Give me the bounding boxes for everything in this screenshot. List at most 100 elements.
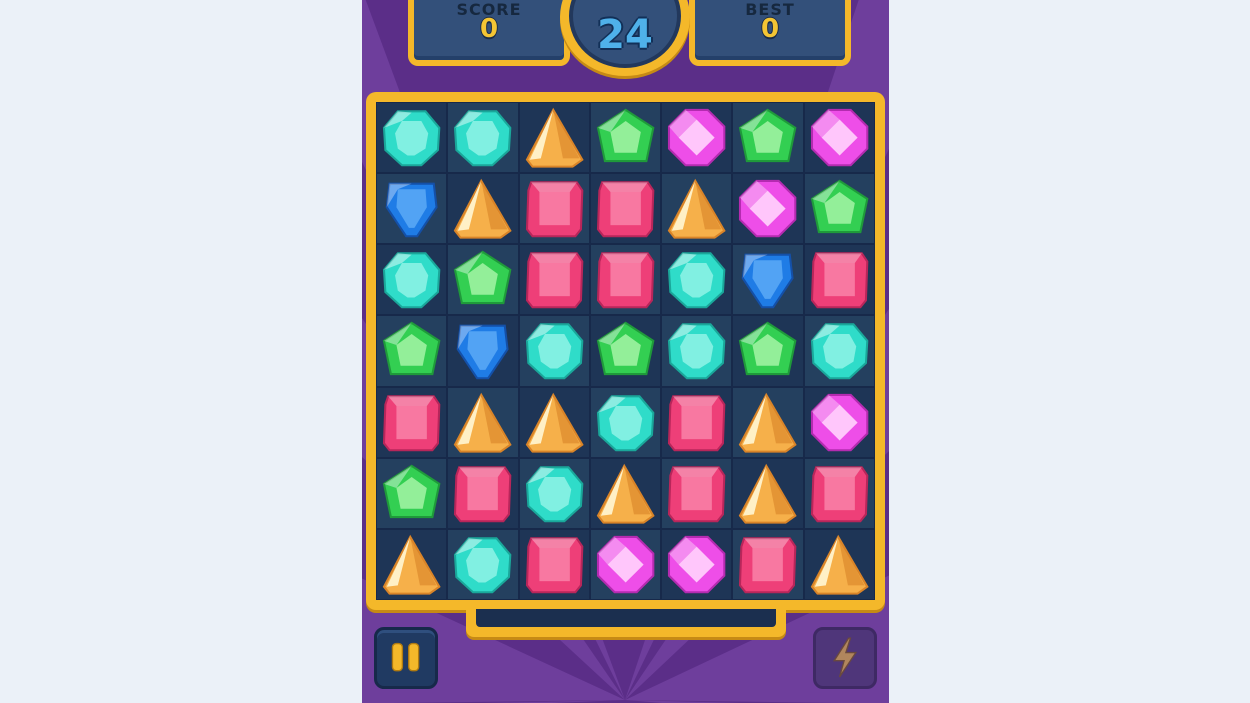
green-gem-icon <box>382 322 441 376</box>
red-gem-icon <box>739 537 797 594</box>
board-cell[interactable] <box>447 386 519 458</box>
gem-board <box>376 102 875 600</box>
board-frame <box>366 92 885 610</box>
cyan-gem-icon <box>525 465 583 522</box>
timer-value: 24 <box>597 12 653 58</box>
best-panel: BEST 0 <box>689 0 851 66</box>
board-cell[interactable] <box>376 528 448 600</box>
board-cell[interactable] <box>518 315 590 387</box>
board-cell[interactable] <box>589 173 662 245</box>
red-gem-icon <box>810 252 869 309</box>
board-cell[interactable] <box>589 315 662 387</box>
red-gem-icon <box>525 252 583 309</box>
board-cell[interactable] <box>732 102 804 174</box>
board-cell[interactable] <box>803 528 875 600</box>
board-cell[interactable] <box>803 173 875 245</box>
board-cell[interactable] <box>661 528 733 600</box>
board-cell[interactable] <box>732 173 804 245</box>
board-cell[interactable] <box>589 244 662 316</box>
board-cell[interactable] <box>376 457 448 529</box>
green-gem-icon <box>739 108 797 163</box>
game-screen: SCORE 0 BEST 0 24 <box>362 0 889 703</box>
board-cell[interactable] <box>447 315 519 387</box>
red-gem-icon <box>596 252 655 309</box>
board-cell[interactable] <box>376 315 448 387</box>
lightning-bolt-icon <box>832 637 858 678</box>
blue-gem-icon <box>456 325 509 380</box>
board-cell[interactable] <box>518 173 590 245</box>
pink-gem-icon <box>668 108 726 167</box>
cyan-gem-icon <box>810 323 869 380</box>
board-cell[interactable] <box>518 386 590 458</box>
board-cell[interactable] <box>589 386 662 458</box>
green-gem-icon <box>382 464 441 518</box>
cyan-gem-icon <box>596 394 655 451</box>
board-cell[interactable] <box>589 457 662 529</box>
blue-gem-icon <box>742 253 795 309</box>
red-gem-icon <box>454 465 512 522</box>
green-gem-icon <box>596 108 655 163</box>
board-cell[interactable] <box>803 244 875 316</box>
orange-gem-icon <box>739 392 798 453</box>
pink-gem-icon <box>596 535 655 594</box>
progress-bar <box>466 609 786 637</box>
green-gem-icon <box>596 322 655 376</box>
board-cell[interactable] <box>447 528 519 600</box>
board-cell[interactable] <box>376 173 448 245</box>
board-cell[interactable] <box>661 315 733 387</box>
red-gem-icon <box>525 537 583 594</box>
orange-gem-icon <box>810 534 869 595</box>
board-cell[interactable] <box>447 173 519 245</box>
boost-button[interactable] <box>813 627 877 689</box>
board-cell[interactable] <box>803 457 875 529</box>
cyan-gem-icon <box>454 110 512 167</box>
board-cell[interactable] <box>376 244 448 316</box>
board-cell[interactable] <box>803 386 875 458</box>
cyan-gem-icon <box>668 323 726 380</box>
board-cell[interactable] <box>661 244 733 316</box>
board-cell[interactable] <box>732 528 804 600</box>
pink-gem-icon <box>810 108 869 167</box>
orange-gem-icon <box>667 178 726 239</box>
cyan-gem-icon <box>454 537 512 594</box>
board-cell[interactable] <box>803 102 875 174</box>
red-gem-icon <box>596 181 655 238</box>
pause-button[interactable] <box>374 627 438 689</box>
orange-gem-icon <box>739 463 798 524</box>
board-cell[interactable] <box>376 386 448 458</box>
cyan-gem-icon <box>382 110 441 167</box>
board-cell[interactable] <box>376 102 448 174</box>
pink-gem-icon <box>739 180 797 238</box>
board-cell[interactable] <box>589 102 662 174</box>
board-cell[interactable] <box>732 315 804 387</box>
red-gem-icon <box>668 394 726 451</box>
red-gem-icon <box>525 181 583 238</box>
board-cell[interactable] <box>447 457 519 529</box>
board-cell[interactable] <box>661 457 733 529</box>
timer-face: 24 <box>569 0 681 68</box>
board-cell[interactable] <box>518 528 590 600</box>
board-cell[interactable] <box>661 173 733 245</box>
orange-gem-icon <box>596 463 655 524</box>
board-cell[interactable] <box>589 528 662 600</box>
green-gem-icon <box>739 322 797 376</box>
board-cell[interactable] <box>732 457 804 529</box>
board-cell[interactable] <box>732 244 804 316</box>
board-cell[interactable] <box>518 457 590 529</box>
orange-gem-icon <box>525 392 584 453</box>
orange-gem-icon <box>525 107 584 168</box>
board-cell[interactable] <box>518 102 590 174</box>
board-cell[interactable] <box>518 244 590 316</box>
score-panel: SCORE 0 <box>408 0 570 66</box>
orange-gem-icon <box>382 534 441 595</box>
green-gem-icon <box>810 179 869 234</box>
cyan-gem-icon <box>382 252 441 309</box>
board-cell[interactable] <box>803 315 875 387</box>
green-gem-icon <box>454 250 512 305</box>
red-gem-icon <box>668 465 726 522</box>
board-cell[interactable] <box>447 244 519 316</box>
board-cell[interactable] <box>661 102 733 174</box>
board-cell[interactable] <box>732 386 804 458</box>
board-cell[interactable] <box>447 102 519 174</box>
board-cell[interactable] <box>661 386 733 458</box>
